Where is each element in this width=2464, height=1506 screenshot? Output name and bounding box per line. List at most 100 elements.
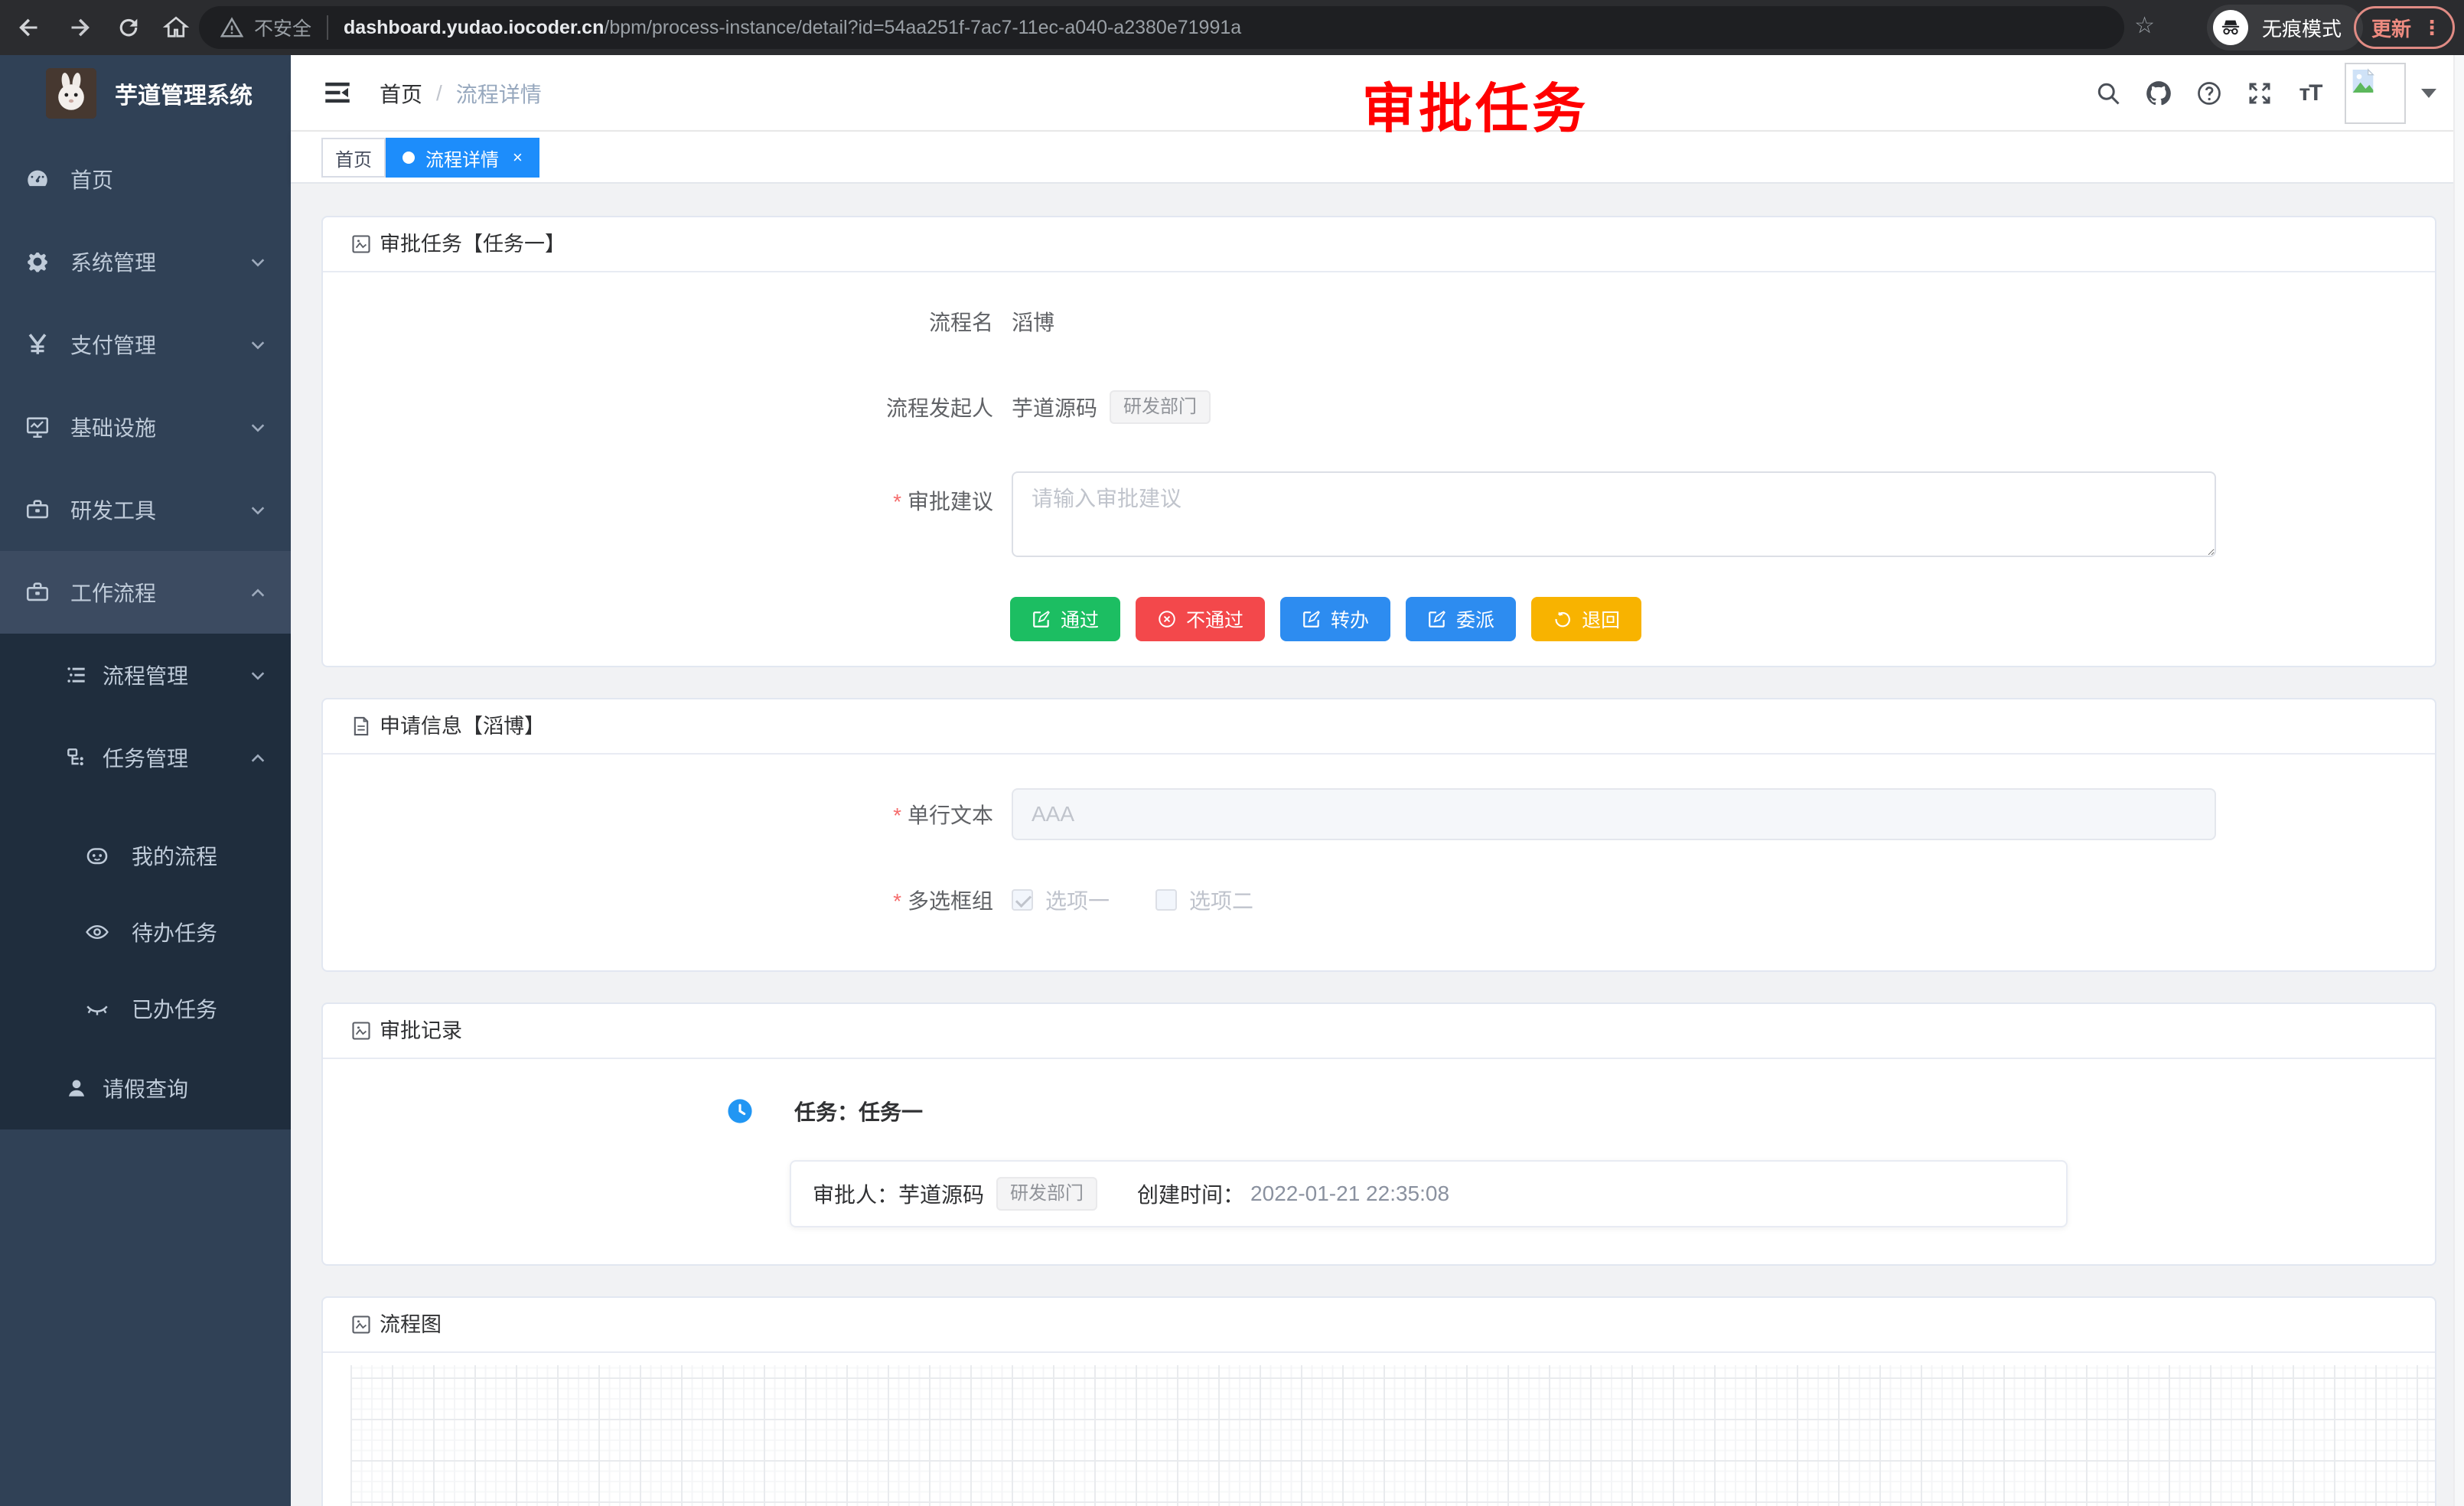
single-line-text-input bbox=[1012, 788, 2216, 840]
chevron-down-icon bbox=[249, 419, 266, 436]
timeline-item: 任务：任务一 bbox=[323, 1059, 2435, 1126]
button-label: 通过 bbox=[1061, 605, 1099, 633]
sidebar-item-label: 待办任务 bbox=[132, 917, 217, 947]
transfer-button[interactable]: 转办 bbox=[1280, 597, 1390, 641]
sidebar: 芋道管理系统 首页 系统管理 支付管理 基础设施 bbox=[0, 55, 291, 1506]
screenshot-annotation: 审批任务 bbox=[1362, 66, 1589, 143]
browser-back-button[interactable] bbox=[12, 11, 46, 44]
approver-name: 芋道源码 bbox=[898, 1178, 984, 1209]
url-divider bbox=[327, 15, 328, 40]
font-size-button[interactable]: тT bbox=[2285, 55, 2335, 132]
eye-open-icon bbox=[84, 919, 110, 945]
address-bar[interactable]: 不安全 dashboard.yudao.iocoder.cn/bpm/proce… bbox=[199, 6, 2124, 49]
card-title: 审批任务【任务一】 bbox=[380, 217, 565, 271]
tab-label: 流程详情 bbox=[425, 145, 499, 171]
sidebar-item-infrastructure[interactable]: 基础设施 bbox=[0, 386, 291, 468]
required-asterisk: * bbox=[893, 889, 901, 913]
sidebar-item-leave-query[interactable]: 请假查询 bbox=[0, 1047, 291, 1130]
sidebar-item-process-management[interactable]: 流程管理 bbox=[0, 634, 291, 716]
card-body: *单行文本 *多选框组 选项一 选项二 bbox=[323, 755, 2435, 970]
initiator-label: 流程发起人 bbox=[323, 392, 1012, 422]
checkbox-option1-label: 选项一 bbox=[1045, 885, 1110, 915]
question-circle-icon bbox=[2195, 80, 2223, 107]
dashboard-icon bbox=[24, 166, 51, 192]
avatar-caret-icon[interactable] bbox=[2421, 89, 2436, 98]
chevron-up-icon bbox=[249, 585, 266, 601]
browser-forward-button[interactable] bbox=[63, 11, 96, 44]
button-label: 退回 bbox=[1582, 605, 1620, 633]
approve-button[interactable]: 通过 bbox=[1010, 597, 1120, 641]
dept-tag: 研发部门 bbox=[1110, 390, 1211, 423]
approval-record-card: 审批记录 任务：任务一 审批人： 芋道源码 研发部门 创建时间： 2022-01… bbox=[321, 1002, 2436, 1266]
sidebar-item-workflow[interactable]: 工作流程 bbox=[0, 551, 291, 634]
checkbox-option2 bbox=[1155, 889, 1177, 911]
sidebar-item-label: 已办任务 bbox=[132, 993, 217, 1024]
button-label: 委派 bbox=[1456, 605, 1494, 633]
list-tree-icon bbox=[64, 663, 89, 687]
reject-button[interactable]: 不通过 bbox=[1136, 597, 1265, 641]
breadcrumb-home[interactable]: 首页 bbox=[380, 78, 422, 109]
suggestion-row: * 审批建议 bbox=[323, 471, 2435, 557]
apply-info-card: 申请信息【滔博】 *单行文本 *多选框组 选项一 选项二 bbox=[321, 698, 2436, 972]
fullscreen-icon bbox=[2246, 80, 2273, 107]
sidebar-item-done-tasks[interactable]: 已办任务 bbox=[0, 970, 291, 1047]
gear-icon bbox=[24, 249, 51, 275]
incognito-label: 无痕模式 bbox=[2262, 14, 2342, 42]
card-header: 审批记录 bbox=[323, 1004, 2435, 1059]
sidebar-item-system[interactable]: 系统管理 bbox=[0, 220, 291, 303]
created-label: 创建时间： bbox=[1137, 1178, 1244, 1209]
picture-icon bbox=[350, 233, 372, 255]
github-icon bbox=[2144, 79, 2173, 108]
sidebar-item-todo-tasks[interactable]: 待办任务 bbox=[0, 894, 291, 970]
edit-icon bbox=[1302, 609, 1322, 629]
sidebar-item-my-process[interactable]: 我的流程 bbox=[0, 817, 291, 894]
close-tab-icon[interactable]: × bbox=[513, 149, 523, 166]
sidebar-item-devtools[interactable]: 研发工具 bbox=[0, 468, 291, 551]
browser-reload-button[interactable] bbox=[112, 11, 145, 44]
forward-icon bbox=[66, 14, 93, 41]
browser-update-button[interactable]: 更新 ⋮ bbox=[2354, 6, 2455, 49]
suggestion-textarea[interactable] bbox=[1012, 471, 2216, 557]
security-label: 不安全 bbox=[254, 14, 311, 41]
help-button[interactable] bbox=[2184, 55, 2234, 132]
sidebar-item-payment[interactable]: 支付管理 bbox=[0, 303, 291, 386]
flow-diagram-card: 流程图 bbox=[321, 1296, 2436, 1506]
browser-home-button[interactable] bbox=[159, 11, 193, 44]
checkbox-group-label: 多选框组 bbox=[908, 889, 993, 913]
app-navbar: 首页 / 流程详情 审批任务 тT bbox=[291, 55, 2464, 132]
sidebar-item-label: 流程管理 bbox=[103, 660, 188, 690]
sidebar-item-task-management[interactable]: 任务管理 bbox=[0, 716, 291, 799]
text-field-label: 单行文本 bbox=[908, 804, 993, 827]
tab-home[interactable]: 首页 bbox=[321, 138, 386, 178]
chevron-down-icon bbox=[249, 667, 266, 684]
checkbox-option2-label: 选项二 bbox=[1189, 885, 1253, 915]
undo-icon bbox=[1553, 609, 1573, 629]
initiator-value: 芋道源码 bbox=[1012, 392, 1097, 422]
github-button[interactable] bbox=[2133, 55, 2184, 132]
browser-menu-icon[interactable]: ⋮ bbox=[2422, 16, 2442, 40]
picture-icon bbox=[350, 1020, 372, 1041]
checkbox-option1 bbox=[1012, 889, 1033, 911]
fullscreen-button[interactable] bbox=[2234, 55, 2285, 132]
delegate-button[interactable]: 委派 bbox=[1406, 597, 1516, 641]
suggestion-label: 审批建议 bbox=[908, 490, 993, 513]
bookmark-star-icon[interactable]: ☆ bbox=[2134, 12, 2155, 39]
scrollbar-track[interactable] bbox=[2453, 55, 2464, 1506]
search-button[interactable] bbox=[2083, 55, 2133, 132]
required-asterisk: * bbox=[893, 490, 901, 513]
return-button[interactable]: 退回 bbox=[1531, 597, 1641, 641]
user-avatar[interactable] bbox=[2345, 63, 2406, 124]
initiator-row: 流程发起人 芋道源码 研发部门 bbox=[323, 352, 2435, 462]
card-title: 流程图 bbox=[380, 1298, 442, 1351]
face-icon bbox=[84, 843, 110, 869]
approval-task-card: 审批任务【任务一】 流程名 滔博 流程发起人 芋道源码 研发部门 *审批建议 bbox=[321, 216, 2436, 667]
app-logo bbox=[46, 68, 96, 119]
approval-buttons: 通过 不通过 转办 委派 bbox=[323, 597, 2435, 641]
sidebar-collapse-icon[interactable] bbox=[321, 77, 354, 109]
breadcrumb-separator: / bbox=[436, 81, 442, 106]
tab-process-detail[interactable]: 流程详情 × bbox=[386, 138, 539, 178]
bpmn-canvas[interactable] bbox=[350, 1365, 2435, 1506]
chevron-down-icon bbox=[249, 337, 266, 354]
sidebar-item-home[interactable]: 首页 bbox=[0, 138, 291, 220]
app-logo-row[interactable]: 芋道管理系统 bbox=[0, 55, 291, 132]
